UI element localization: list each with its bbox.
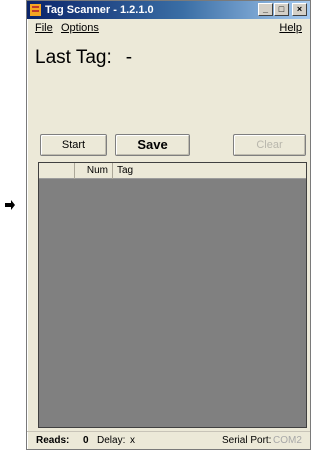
app-icon — [30, 4, 41, 16]
column-header-tag[interactable]: Tag — [113, 163, 306, 179]
column-header-num[interactable]: Num — [75, 163, 113, 179]
start-button[interactable]: Start — [40, 134, 107, 156]
status-bar: Reads: 0 Delay: x Serial Port: COM2 — [27, 431, 310, 449]
serial-port-value: COM2 — [273, 435, 302, 446]
reads-label: Reads: — [36, 435, 70, 446]
menu-options[interactable]: Options — [61, 19, 99, 37]
last-tag-value: - — [125, 47, 133, 68]
minimize-button[interactable]: _ — [258, 3, 273, 16]
menu-help[interactable]: Help — [279, 19, 302, 37]
title-bar[interactable]: Tag Scanner - 1.2.1.0 _ □ × — [27, 1, 310, 19]
maximize-button[interactable]: □ — [274, 3, 289, 16]
serial-port-label: Serial Port: — [222, 435, 272, 446]
save-button[interactable]: Save — [115, 134, 190, 156]
delay-value: x — [130, 435, 135, 446]
column-header-blank[interactable] — [39, 163, 75, 179]
window-title: Tag Scanner - 1.2.1.0 — [45, 4, 154, 16]
close-button[interactable]: × — [292, 3, 307, 16]
delay-label: Delay: — [97, 435, 126, 446]
arrow-pointer-icon — [5, 200, 15, 210]
reads-value: 0 — [83, 435, 89, 446]
menu-bar: File Options Help — [27, 19, 310, 37]
app-window: Tag Scanner - 1.2.1.0 _ □ × File Options… — [26, 0, 311, 450]
clear-button[interactable]: Clear — [233, 134, 306, 156]
menu-file[interactable]: File — [35, 19, 53, 37]
last-tag-label: Last Tag: — [35, 47, 112, 68]
tag-list[interactable]: Num Tag — [38, 162, 307, 428]
list-header: Num Tag — [39, 163, 306, 179]
last-tag-display: Last Tag: - — [35, 47, 132, 69]
